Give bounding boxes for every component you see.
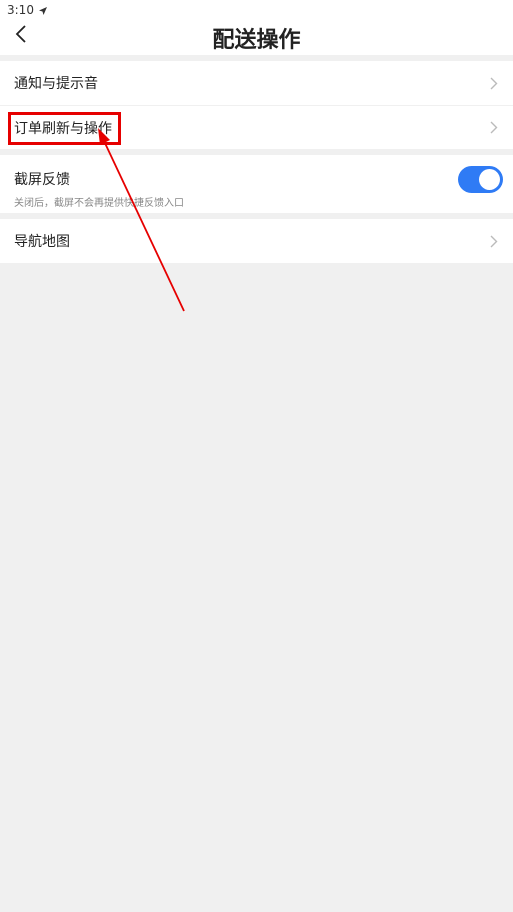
toggle-knob [479,169,500,190]
chevron-right-icon [489,76,499,90]
chevron-right-icon [489,234,499,248]
status-bar: 3:10 [0,0,513,20]
settings-item-label: 截屏反馈 [14,172,70,188]
settings-group-screenshot: 截屏反馈 关闭后，截屏不会再提供快捷反馈入口 [0,155,513,213]
settings-item-sublabel: 关闭后，截屏不会再提供快捷反馈入口 [14,198,184,209]
settings-item-order-refresh[interactable]: 订单刷新与操作 [0,105,513,149]
settings-item-label: 导航地图 [14,234,70,250]
back-button[interactable] [8,22,34,50]
location-arrow-icon [38,5,48,15]
nav-bar: 配送操作 [0,20,513,55]
status-time: 3:10 [7,3,34,17]
page-title: 配送操作 [212,28,301,53]
chevron-left-icon [15,25,27,47]
settings-item-label: 订单刷新与操作 [14,120,112,137]
settings-group-navigation: 导航地图 [0,219,513,263]
screen: 3:10 配送操作 通知与提示音 订单刷新与操作 截屏反馈 关闭后，截屏不会再提… [0,0,513,912]
chevron-right-icon [489,121,499,135]
top-area: 3:10 配送操作 [0,0,513,55]
settings-group-notifications: 通知与提示音 订单刷新与操作 [0,61,513,149]
settings-item-label: 通知与提示音 [14,76,98,92]
settings-item-navigation-map[interactable]: 导航地图 [0,219,513,263]
settings-item-screenshot-feedback: 截屏反馈 关闭后，截屏不会再提供快捷反馈入口 [0,155,513,213]
settings-item-notifications[interactable]: 通知与提示音 [0,61,513,105]
screenshot-feedback-toggle[interactable] [458,166,503,193]
